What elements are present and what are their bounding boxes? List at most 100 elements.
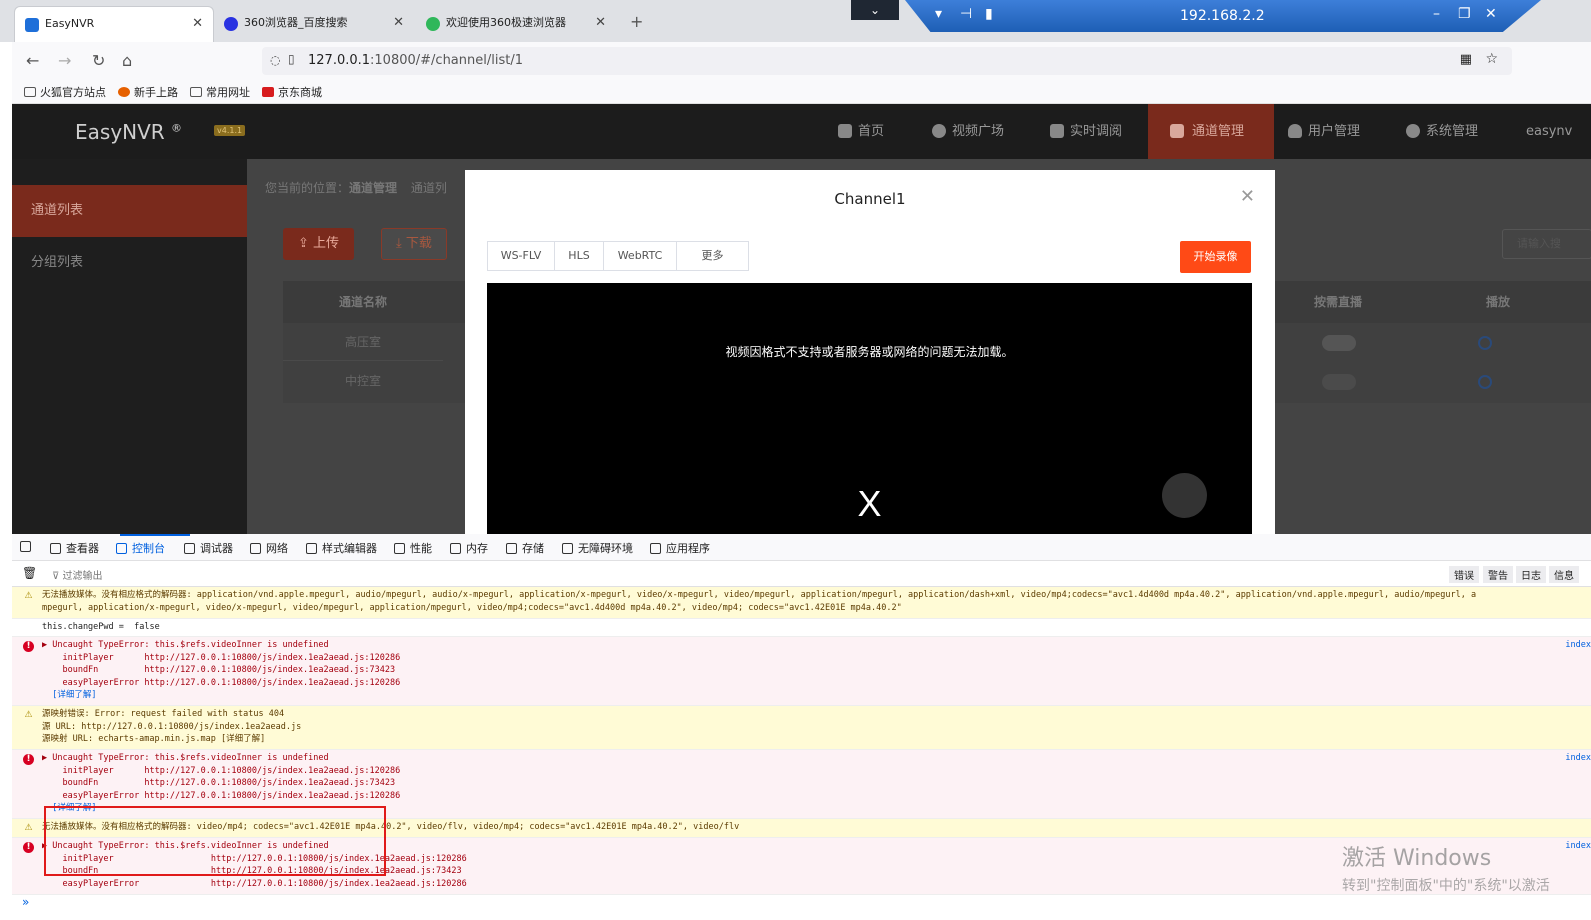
console-prompt[interactable]: » <box>22 895 29 909</box>
play-icon[interactable] <box>1478 336 1492 350</box>
restore-icon[interactable]: ❐ <box>1458 6 1471 22</box>
tool-performance[interactable]: 性能 <box>394 540 432 556</box>
filter-info-button[interactable]: 信息 <box>1549 566 1579 583</box>
upload-button[interactable]: ⇪ 上传 <box>283 228 355 260</box>
minimize-icon[interactable]: – <box>1433 6 1440 22</box>
address-bar[interactable]: ◌ ▯ 127.0.0.1:10800/#/channel/list/1 ▦ ☆ <box>262 47 1512 75</box>
tab-easynvr[interactable]: EasyNVR ✕ <box>14 6 214 42</box>
source-link[interactable]: index <box>1565 840 1591 853</box>
warning-icon: ⚠ <box>24 823 33 833</box>
stack-frame[interactable]: initPlayer http://127.0.0.1:10800/js/ind… <box>42 765 400 778</box>
close-tab-icon[interactable]: ✕ <box>595 6 606 40</box>
forward-icon[interactable]: → <box>58 51 71 70</box>
stack-frame[interactable]: easyPlayerError http://127.0.0.1:10800/j… <box>42 677 400 690</box>
menu-live[interactable]: 实时调阅 <box>1050 104 1122 159</box>
tab-webrtc[interactable]: WebRTC <box>603 241 677 271</box>
tab-ws-flv[interactable]: WS-FLV <box>487 241 555 271</box>
folder-icon <box>24 87 36 97</box>
dropdown-icon[interactable]: ▾ <box>935 6 942 22</box>
tool-storage[interactable]: 存储 <box>506 540 544 556</box>
stack-frame[interactable]: boundFn http://127.0.0.1:10800/js/index.… <box>42 664 400 677</box>
play-icon[interactable] <box>1478 375 1492 389</box>
trash-icon[interactable]: 🗑 <box>22 566 37 580</box>
tool-inspector[interactable]: 查看器 <box>50 540 99 556</box>
ondemand-toggle[interactable] <box>1322 335 1356 351</box>
menu-label: 系统管理 <box>1426 124 1479 139</box>
tool-memory[interactable]: 内存 <box>450 540 488 556</box>
bookmark-item[interactable]: 京东商城 <box>262 84 322 100</box>
tool-console[interactable]: 控制台 <box>116 540 165 556</box>
star-icon[interactable]: ☆ <box>1485 51 1498 67</box>
filter-icon: ⊽ <box>52 571 63 582</box>
stack-frame[interactable]: easyPlayerError http://127.0.0.1:10800/j… <box>42 790 400 803</box>
video-icon <box>1050 124 1064 138</box>
chevron-down-icon[interactable]: ⌄ <box>851 0 899 20</box>
stack-frame[interactable]: boundFn http://127.0.0.1:10800/js/index.… <box>42 777 400 790</box>
reload-icon[interactable]: ↻ <box>92 51 105 70</box>
sidebar-item-group-list[interactable]: 分组列表 <box>12 237 247 289</box>
menu-system-management[interactable]: 系统管理 <box>1406 104 1478 159</box>
filter-input[interactable]: ⊽ 过滤输出 <box>52 567 103 582</box>
message-line: 源映射错误: Error: request failed with status… <box>42 709 285 719</box>
source-link[interactable]: index <box>1565 752 1591 765</box>
back-icon[interactable]: ← <box>26 51 39 70</box>
start-recording-button[interactable]: 开始录像 <box>1180 241 1251 273</box>
play-icon <box>932 124 946 138</box>
tab-360[interactable]: 欢迎使用360极速浏览器 ✕ <box>416 6 616 42</box>
tool-network[interactable]: 网络 <box>250 540 288 556</box>
filter-errors-button[interactable]: 错误 <box>1449 566 1479 583</box>
active-tool-indicator <box>120 534 190 536</box>
app-header: EasyNVR ® v4.1.1 首页 视频广场 实时调阅 通道管理 用户管理 … <box>12 104 1591 159</box>
download-button[interactable]: ⤓ 下载 <box>381 228 447 260</box>
logo-reg: ® <box>171 121 183 135</box>
console-error[interactable]: ! ▶ Uncaught TypeError: this.$refs.video… <box>12 637 1591 706</box>
devtools-toolbar: 查看器 控制台 调试器 网络 样式编辑器 性能 内存 存储 无障碍环境 应用程序 <box>12 534 1591 561</box>
tool-debugger[interactable]: 调试器 <box>184 540 233 556</box>
tool-label: 网络 <box>266 542 288 555</box>
video-close-x[interactable]: X <box>487 483 1252 525</box>
tool-application[interactable]: 应用程序 <box>650 540 710 556</box>
close-icon[interactable]: ✕ <box>1485 6 1497 22</box>
bookmark-item[interactable]: 常用网址 <box>190 84 250 100</box>
video-player[interactable]: 视频因格式不支持或者服务器或网络的问题无法加载。 X <box>487 283 1252 534</box>
jd-icon <box>262 87 274 97</box>
menu-video-square[interactable]: 视频广场 <box>932 104 1004 159</box>
search-input[interactable]: 请输入搜 <box>1502 229 1591 259</box>
stack-frame[interactable]: initPlayer http://127.0.0.1:10800/js/ind… <box>42 652 400 665</box>
console-warning: ⚠ 源映射错误: Error: request failed with stat… <box>12 706 1591 750</box>
stack-frame[interactable]: easyPlayerError http://127.0.0.1:10800/j… <box>42 878 466 891</box>
filter-logs-button[interactable]: 日志 <box>1516 566 1546 583</box>
error-icon: ! <box>23 641 34 652</box>
source-link[interactable]: index <box>1565 639 1591 652</box>
learn-more-link[interactable]: [详细了解] <box>42 689 400 702</box>
bookmark-item[interactable]: 新手上路 <box>118 84 178 100</box>
qr-code-icon[interactable]: ▦ <box>1460 52 1472 67</box>
fullscreen-icon[interactable] <box>1162 473 1207 518</box>
menu-label: 通道管理 <box>1192 124 1245 139</box>
breadcrumb-current[interactable]: 通道管理 <box>349 181 397 195</box>
th-ondemand: 按需直播 <box>1273 281 1403 323</box>
element-picker-icon[interactable] <box>20 540 36 553</box>
menu-user[interactable]: easynv <box>1506 104 1572 159</box>
menu-user-management[interactable]: 用户管理 <box>1288 104 1360 159</box>
tab-hls[interactable]: HLS <box>554 241 604 271</box>
browser-tab-strip: EasyNVR ✕ 360浏览器_百度搜索 ✕ 欢迎使用360极速浏览器 ✕ +… <box>0 0 1591 42</box>
bookmark-item[interactable]: 火狐官方站点 <box>24 84 106 100</box>
pin-icon[interactable]: ⊣ <box>960 6 972 22</box>
sidebar-item-channel-list[interactable]: 通道列表 <box>12 185 247 237</box>
menu-home[interactable]: 首页 <box>838 104 884 159</box>
close-tab-icon[interactable]: ✕ <box>192 7 203 41</box>
home-icon[interactable]: ⌂ <box>122 51 132 70</box>
tab-baidu[interactable]: 360浏览器_百度搜索 ✕ <box>214 6 414 42</box>
menu-channel-management[interactable]: 通道管理 <box>1148 104 1275 159</box>
tab-more[interactable]: 更多 <box>676 241 749 271</box>
close-tab-icon[interactable]: ✕ <box>393 6 404 40</box>
message-line: ▶ Uncaught TypeError: this.$refs.videoIn… <box>42 640 329 650</box>
new-tab-button[interactable]: + <box>630 12 643 31</box>
filter-warnings-button[interactable]: 警告 <box>1483 566 1513 583</box>
tool-accessibility[interactable]: 无障碍环境 <box>562 540 633 556</box>
close-icon[interactable]: ✕ <box>1240 186 1255 207</box>
tool-style-editor[interactable]: 样式编辑器 <box>306 540 377 556</box>
table-row: 中控室 <box>344 374 381 388</box>
ondemand-toggle[interactable] <box>1322 374 1356 390</box>
